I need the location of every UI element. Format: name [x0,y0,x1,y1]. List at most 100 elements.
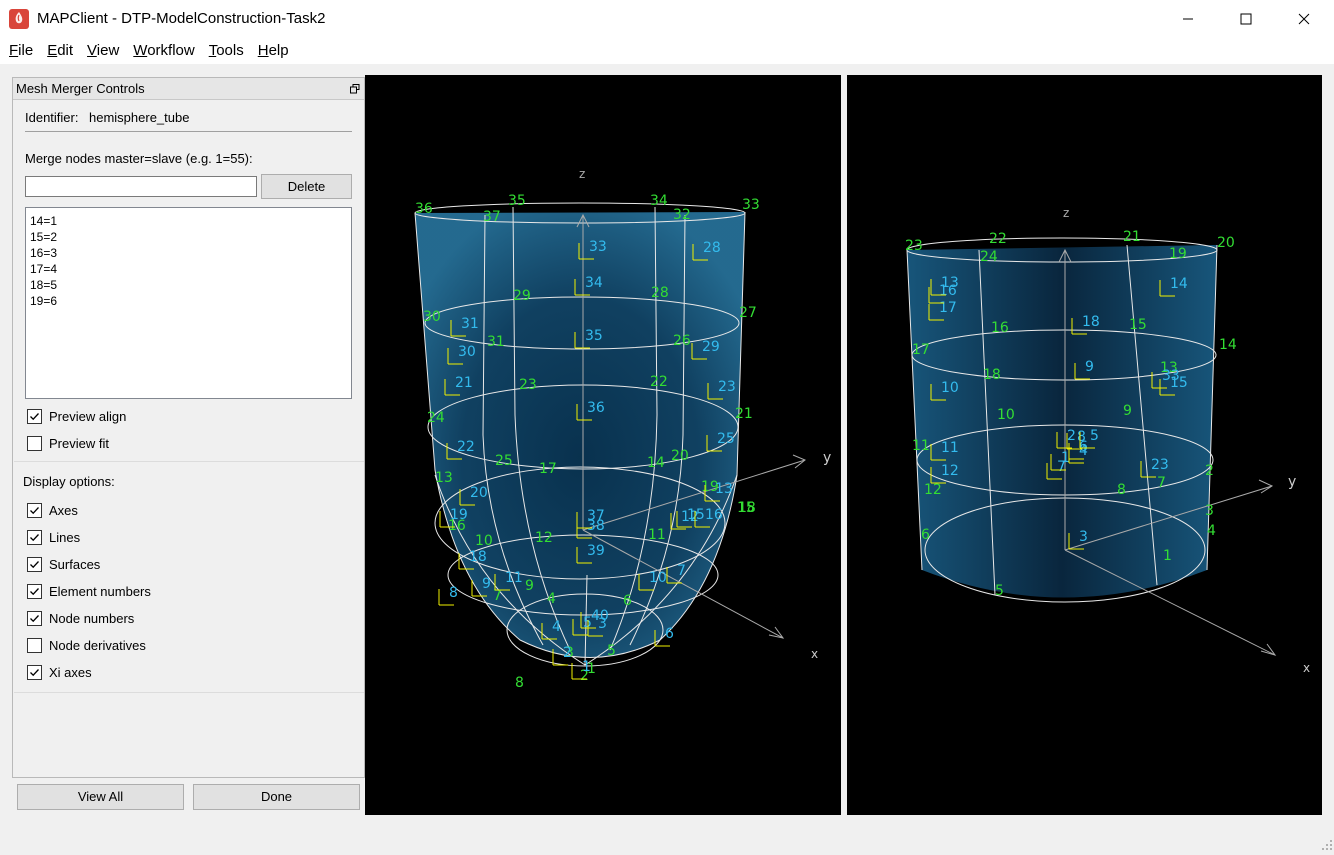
minimize-button[interactable] [1159,0,1217,38]
dock-float-button[interactable] [350,83,360,94]
element-number-label: 18 [1082,314,1100,330]
menu-view[interactable]: View [80,38,126,64]
display-option-label: Node numbers [49,611,135,626]
checkbox-box[interactable] [27,436,42,451]
delete-button[interactable]: Delete [261,174,352,199]
display-option-label: Element numbers [49,584,151,599]
element-number-label: 30 [458,344,476,360]
node-number-label: 34 [650,193,668,209]
list-item[interactable]: 17=4 [30,261,347,277]
node-number-label: 33 [742,197,760,213]
node-number-label: 11 [648,527,666,543]
dock-title: Mesh Merger Controls [13,78,364,100]
display-option-element-numbers-checkbox[interactable]: Element numbers [27,584,151,599]
list-item[interactable]: 14=1 [30,213,347,229]
menu-mnemonic: F [9,42,19,59]
checkbox-box[interactable] [27,409,42,424]
node-number-label: 4 [547,591,556,607]
list-item[interactable]: 15=2 [30,229,347,245]
node-number-label: 6 [623,593,632,609]
menu-workflow[interactable]: Workflow [126,38,201,64]
display-option-xi-axes-checkbox[interactable]: Xi axes [27,665,92,680]
element-number-label: 34 [585,275,603,291]
element-number-label: 16 [705,507,723,523]
node-number-label: 16 [991,320,1009,336]
checkbox-box[interactable] [27,557,42,572]
list-item[interactable]: 16=3 [30,245,347,261]
node-number-label: 25 [495,453,513,469]
element-number-label: 3 [1079,529,1088,545]
display-option-node-numbers-checkbox[interactable]: Node numbers [27,611,134,626]
display-option-surfaces-checkbox[interactable]: Surfaces [27,557,100,572]
element-number-label: 18 [469,549,487,565]
display-option-lines-checkbox[interactable]: Lines [27,530,80,545]
identifier-value: hemisphere_tube [89,110,190,125]
axis-label-z: z [579,167,585,181]
divider [14,692,364,693]
node-number-label: 18 [983,367,1001,383]
resize-grip-icon [1322,840,1332,850]
right-3d-viewport[interactable]: z y x 23 22 24 21 19 20 16 15 17 14 18 10 9 13 11 12 8 7 6… [847,75,1322,815]
display-option-node-derivatives-checkbox[interactable]: Node derivatives [27,638,146,653]
element-number-label: 3 [598,616,607,632]
preview-fit-checkbox[interactable]: Preview fit [27,436,109,451]
element-number-label: 10 [649,570,667,586]
maximize-button[interactable] [1217,0,1275,38]
list-item[interactable]: 18=5 [30,277,347,293]
close-icon [1298,13,1310,25]
element-number-label: 21 [455,375,473,391]
display-option-axes-checkbox[interactable]: Axes [27,503,78,518]
element-number-label: 11 [505,570,523,586]
checkbox-box[interactable] [27,584,42,599]
node-number-label: 12 [924,482,942,498]
mapclient-logo-icon [9,9,29,29]
close-button[interactable] [1275,0,1333,38]
node-number-label: 35 [508,193,526,209]
merge-list[interactable]: 14=1 15=2 16=3 17=4 18=5 19=6 [25,207,352,399]
size-grip[interactable] [1320,838,1334,852]
menu-help[interactable]: Help [251,38,296,64]
element-number-label: 28 [703,240,721,256]
checkmark-icon [30,588,39,596]
element-number-label: 11 [941,440,959,456]
menu-mnemonic: E [47,42,58,59]
checkbox-box[interactable] [27,638,42,653]
node-number-label: 14 [1219,337,1237,353]
menu-label: iew [96,42,120,59]
hemisphere-tube-mesh-scene: z y x 36 3735 34323329 28303127262423 222125… [414,167,831,691]
menu-edit[interactable]: Edit [40,38,80,64]
menu-mnemonic: W [133,42,148,59]
title-bar: MAPClient - DTP-ModelConstruction-Task2 [0,0,1334,38]
checkbox-box[interactable] [27,530,42,545]
element-number-label: 36 [587,400,605,416]
merge-nodes-input[interactable] [25,176,257,197]
checkbox-box[interactable] [27,503,42,518]
node-number-label: 7 [1157,475,1166,491]
node-number-label: 26 [673,333,691,349]
node-number-label: 15 [1129,317,1147,333]
maximize-icon [1240,13,1252,25]
checkbox-box[interactable] [27,611,42,626]
node-number-label: 17 [912,342,930,358]
checkmark-icon [30,561,39,569]
axis-label-x: x [1303,661,1310,675]
display-option-label: Lines [49,530,81,545]
list-item[interactable]: 19=6 [30,293,347,309]
element-number-label: 13 [715,481,733,497]
node-number-label: 31 [487,334,505,350]
element-number-label: 10 [941,380,959,396]
preview-align-checkbox[interactable]: Preview align [27,409,126,424]
node-number-label: 5 [995,583,1004,599]
done-button[interactable]: Done [193,784,360,810]
view-all-button[interactable]: View All [17,784,184,810]
identifier-label: Identifier: [25,110,79,125]
node-number-label: 19 [1169,246,1187,262]
divider [14,461,364,462]
element-number-label: 5 [1090,428,1099,444]
menu-tools[interactable]: Tools [202,38,251,64]
left-3d-viewport[interactable]: z y x 36 37 35 34 32 33 29 28 30 31 27 26 24 23 22 21 25… [365,75,841,815]
node-number-label: 21 [1123,229,1141,245]
menu-file[interactable]: File [2,38,40,64]
menu-label: ile [18,42,34,59]
checkbox-box[interactable] [27,665,42,680]
